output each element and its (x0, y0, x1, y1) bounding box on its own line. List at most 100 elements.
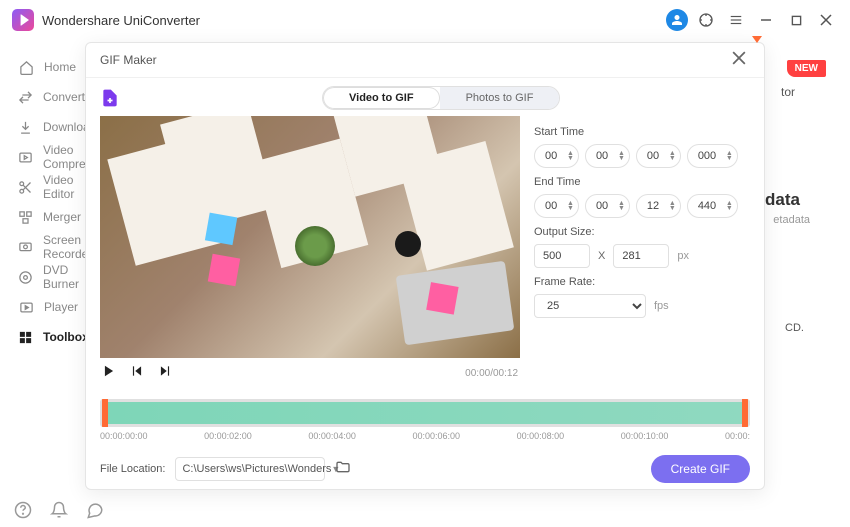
sidebar-item-dvd[interactable]: DVD Burner (0, 262, 80, 292)
start-mm-input[interactable] (596, 150, 618, 162)
close-window-button[interactable] (814, 8, 838, 32)
output-size-label: Output Size: (534, 226, 750, 238)
disc-icon (18, 269, 33, 285)
video-preview[interactable] (100, 116, 520, 358)
mode-tab-switch: Video to GIF Photos to GIF (322, 86, 560, 110)
menu-icon[interactable] (724, 8, 748, 32)
start-hh-spinner[interactable]: ▲▼ (534, 144, 579, 168)
sidebar-item-label: Merger (43, 210, 81, 224)
play-button[interactable] (102, 364, 116, 383)
spinner-arrows-icon[interactable]: ▲▼ (618, 151, 625, 161)
file-location-select[interactable]: C:\Users\ws\Pictures\Wonders ▼ (175, 457, 325, 481)
bg-text: data (765, 190, 800, 210)
fps-unit: fps (654, 300, 669, 312)
sidebar-item-player[interactable]: Player (0, 292, 80, 322)
spinner-arrows-icon[interactable]: ▲▼ (669, 201, 676, 211)
prev-frame-button[interactable] (130, 364, 144, 383)
feedback-icon[interactable] (86, 501, 104, 519)
frame-rate-select[interactable]: 25 (534, 294, 646, 318)
spinner-arrows-icon[interactable]: ▲▼ (669, 151, 676, 161)
end-ss-input[interactable] (647, 200, 669, 212)
timeline-section: 00:00:00:00 00:00:02:00 00:00:04:00 00:0… (100, 399, 750, 441)
gif-maker-modal: GIF Maker Video to GIF Photos to GIF (85, 42, 765, 490)
output-height-input[interactable] (613, 244, 669, 268)
converter-icon (18, 89, 33, 105)
timeline-track[interactable] (100, 399, 750, 427)
bell-icon[interactable] (50, 501, 68, 519)
spinner-arrows-icon[interactable]: ▲▼ (618, 201, 625, 211)
end-ms-spinner[interactable]: ▲▼ (687, 194, 738, 218)
end-time-label: End Time (534, 176, 750, 188)
open-folder-icon[interactable] (335, 459, 355, 479)
support-icon[interactable] (694, 8, 718, 32)
spinner-arrows-icon[interactable]: ▲▼ (726, 201, 733, 211)
start-hh-input[interactable] (545, 150, 567, 162)
output-width-input[interactable] (534, 244, 590, 268)
account-avatar-icon[interactable] (666, 9, 688, 31)
app-title: Wondershare UniConverter (42, 13, 200, 28)
end-mm-input[interactable] (596, 200, 618, 212)
end-mm-spinner[interactable]: ▲▼ (585, 194, 630, 218)
bottom-icon-bar (14, 501, 104, 519)
tick-label: 00:00:00:00 (100, 431, 148, 441)
sidebar-item-label: Player (44, 300, 78, 314)
start-ms-spinner[interactable]: ▲▼ (687, 144, 738, 168)
maximize-button[interactable] (784, 8, 808, 32)
sidebar-item-editor[interactable]: Video Editor (0, 172, 80, 202)
modal-footer: File Location: C:\Users\ws\Pictures\Wond… (100, 455, 750, 483)
spinner-arrows-icon[interactable]: ▲▼ (726, 151, 733, 161)
frame-rate-row: 25 fps (534, 294, 750, 318)
trim-handle-end[interactable] (742, 399, 748, 427)
bg-text: CD. (785, 322, 804, 334)
sidebar-item-home[interactable]: Home (0, 52, 80, 82)
close-icon[interactable] (732, 51, 750, 69)
timeline-ticks: 00:00:00:00 00:00:02:00 00:00:04:00 00:0… (100, 431, 750, 441)
modal-header: GIF Maker (86, 43, 764, 78)
sidebar-item-merger[interactable]: Merger (0, 202, 80, 232)
spinner-arrows-icon[interactable]: ▲▼ (567, 151, 574, 161)
modal-body: Video to GIF Photos to GIF 00:00/00:12 S… (86, 78, 764, 491)
spinner-arrows-icon[interactable]: ▲▼ (567, 201, 574, 211)
bg-text: tor (781, 85, 795, 99)
end-hh-spinner[interactable]: ▲▼ (534, 194, 579, 218)
playhead-marker-icon[interactable] (752, 36, 762, 43)
sidebar-item-label: Home (44, 60, 76, 74)
end-time-row: ▲▼ ▲▼ ▲▼ ▲▼ (534, 194, 750, 218)
playback-controls: 00:00/00:12 (100, 358, 520, 389)
trim-handle-start[interactable] (102, 399, 108, 427)
sidebar-item-recorder[interactable]: Screen Recorder (0, 232, 80, 262)
timeline-selection (104, 402, 746, 424)
start-time-row: ▲▼ ▲▼ ▲▼ ▲▼ (534, 144, 750, 168)
time-display: 00:00/00:12 (465, 368, 518, 379)
compress-icon (18, 149, 33, 165)
tick-label: 00:00:06:00 (412, 431, 460, 441)
add-file-icon[interactable] (100, 88, 120, 108)
tab-photos-to-gif[interactable]: Photos to GIF (440, 87, 560, 109)
app-logo-icon (12, 9, 34, 31)
tick-label: 00:00:08:00 (517, 431, 565, 441)
download-icon (18, 119, 33, 135)
play-icon (18, 299, 34, 315)
create-gif-button[interactable]: Create GIF (651, 455, 750, 483)
tab-video-to-gif[interactable]: Video to GIF (323, 87, 440, 109)
start-ss-input[interactable] (647, 150, 669, 162)
titlebar: Wondershare UniConverter (0, 0, 850, 40)
end-ss-spinner[interactable]: ▲▼ (636, 194, 681, 218)
minimize-button[interactable] (754, 8, 778, 32)
sidebar-item-toolbox[interactable]: Toolbox (0, 322, 80, 352)
sidebar-item-downloader[interactable]: Downloader (0, 112, 80, 142)
sidebar-item-converter[interactable]: Converter (0, 82, 80, 112)
tick-label: 00:00:10:00 (621, 431, 669, 441)
start-ss-spinner[interactable]: ▲▼ (636, 144, 681, 168)
start-ms-input[interactable] (698, 150, 726, 162)
start-mm-spinner[interactable]: ▲▼ (585, 144, 630, 168)
end-ms-input[interactable] (698, 200, 726, 212)
help-icon[interactable] (14, 501, 32, 519)
end-hh-input[interactable] (545, 200, 567, 212)
tick-label: 00:00:04:00 (308, 431, 356, 441)
tick-label: 00:00:02:00 (204, 431, 252, 441)
bg-text: etadata (773, 214, 810, 226)
next-frame-button[interactable] (158, 364, 172, 383)
file-location-label: File Location: (100, 463, 165, 475)
sidebar-item-compressor[interactable]: Video Compressor (0, 142, 80, 172)
